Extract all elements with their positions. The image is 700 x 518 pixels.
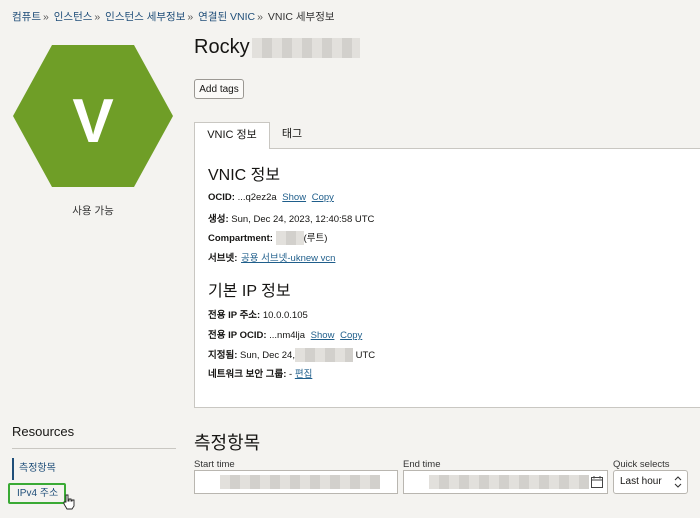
assigned-row: 지정됨: Sun, Dec 24, UTC [208, 347, 376, 363]
private-ip-ocid-copy-link[interactable]: Copy [340, 330, 362, 341]
tab-tags[interactable]: 태그 [270, 122, 314, 149]
resources-title: Resources [12, 424, 75, 439]
redacted-block [220, 475, 380, 489]
chevron-updown-icon [674, 476, 682, 488]
subnet-label: 서브넷: [208, 253, 238, 264]
start-time-input[interactable] [194, 470, 398, 494]
redacted-block [275, 231, 304, 246]
compartment-row: Compartment: (루트) [208, 230, 328, 246]
hand-cursor-icon [63, 494, 75, 510]
end-time-input[interactable] [403, 470, 608, 494]
metrics-title: 측정항목 [194, 433, 261, 453]
resources-item-ipv4-addresses[interactable]: IPv4 주소 [8, 483, 66, 504]
private-ip-row: 전용 IP 주소: 10.0.0.105 [208, 307, 308, 321]
compartment-label: Compartment: [208, 233, 273, 244]
private-ip-ocid-label: 전용 IP OCID: [208, 330, 267, 341]
private-ip-ocid-value: ...nm4lja [269, 330, 306, 341]
breadcrumb-separator: » [94, 11, 101, 23]
primary-ip-heading: 기본 IP 정보 [208, 283, 291, 300]
resources-divider [12, 448, 176, 449]
subnet-row: 서브넷: 공용 서브넷-uknew vcn [208, 250, 335, 264]
page-title: Rocky [194, 36, 360, 59]
redacted-block [429, 475, 589, 489]
ocid-label: OCID: [208, 192, 235, 203]
ocid-copy-link[interactable]: Copy [312, 192, 334, 203]
breadcrumb-separator: » [42, 11, 49, 23]
created-value: Sun, Dec 24, 2023, 12:40:58 UTC [231, 214, 375, 225]
subnet-link[interactable]: 공용 서브넷-uknew vcn [241, 253, 335, 264]
quick-selects-dropdown[interactable]: Last hour [613, 470, 688, 494]
vnic-info-heading: VNIC 정보 [208, 167, 281, 184]
status-label: 사용 가능 [72, 205, 114, 217]
ocid-row: OCID: ...q2ez2a Show Copy [208, 192, 334, 203]
created-label: 생성: [208, 214, 229, 225]
private-ip-ocid-row: 전용 IP OCID: ...nm4lja Show Copy [208, 327, 362, 341]
quick-selects-value: Last hour [620, 476, 662, 487]
assigned-suffix: UTC [355, 350, 376, 361]
breadcrumb-compute[interactable]: 컴퓨트 [12, 11, 41, 23]
created-row: 생성: Sun, Dec 24, 2023, 12:40:58 UTC [208, 211, 374, 225]
calendar-icon[interactable] [591, 476, 603, 488]
breadcrumb-instance-details[interactable]: 인스턴스 세부정보 [105, 11, 185, 23]
private-ip-value: 10.0.0.105 [262, 310, 308, 321]
breadcrumb-current: VNIC 세부정보 [267, 11, 335, 23]
status-letter: V [72, 87, 113, 156]
nsg-value: - [289, 369, 293, 380]
breadcrumb-separator: » [257, 11, 263, 23]
nsg-row: 네트워크 보안 그룹: - 편집 [208, 366, 312, 380]
assigned-prefix: Sun, Dec 24, [240, 350, 295, 361]
add-tags-button[interactable]: Add tags [194, 79, 244, 99]
tab-vnic-info[interactable]: VNIC 정보 [194, 122, 270, 149]
start-time-label: Start time [194, 459, 235, 470]
ocid-show-link[interactable]: Show [282, 192, 306, 203]
breadcrumb: 컴퓨트» 인스턴스» 인스턴스 세부정보» 연결된 VNIC» VNIC 세부정… [12, 9, 335, 24]
nsg-label: 네트워크 보안 그룹: [208, 369, 287, 380]
private-ip-ocid-show-link[interactable]: Show [311, 330, 335, 341]
breadcrumb-instances[interactable]: 인스턴스 [54, 11, 93, 23]
detail-tabs: VNIC 정보 태그 [194, 122, 700, 149]
page-title-text: Rocky [194, 36, 250, 58]
quick-selects-label: Quick selects [613, 459, 670, 470]
breadcrumb-separator: » [187, 11, 194, 23]
private-ip-label: 전용 IP 주소: [208, 310, 261, 321]
ocid-value: ...q2ez2a [237, 192, 277, 203]
status-hexagon-icon: V [12, 44, 174, 188]
nsg-edit-link[interactable]: 편집 [295, 369, 312, 380]
compartment-suffix: (루트) [303, 233, 328, 244]
redacted-block [251, 37, 360, 58]
end-time-label: End time [403, 459, 441, 470]
assigned-label: 지정됨: [208, 350, 238, 361]
redacted-block [294, 348, 353, 363]
resources-item-metrics[interactable]: 측정항목 [12, 458, 56, 480]
vnic-info-panel: VNIC 정보 OCID: ...q2ez2a Show Copy 생성: Su… [194, 148, 700, 408]
breadcrumb-attached-vnics[interactable]: 연결된 VNIC [198, 11, 255, 23]
